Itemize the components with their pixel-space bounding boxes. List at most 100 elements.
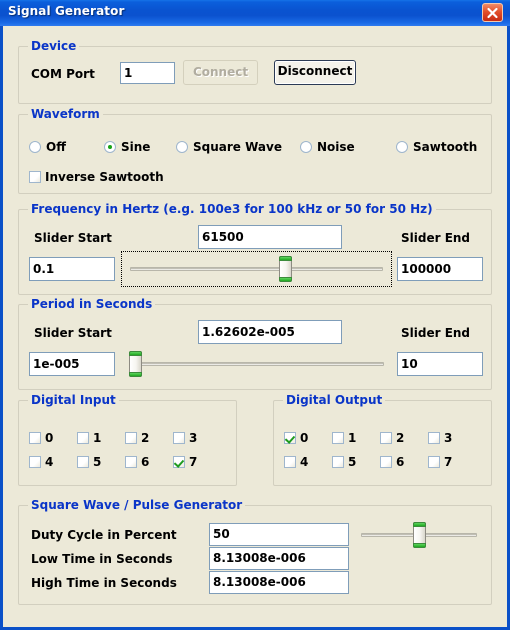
period-slider-end-label: Slider End — [401, 326, 471, 340]
checkbox-digital-output-7[interactable]: 7 — [428, 454, 452, 470]
radio-waveform-sawtooth[interactable]: Sawtooth — [396, 139, 477, 155]
checkbox-digital-output-2[interactable]: 2 — [380, 430, 404, 446]
checkbox-digital-input-1[interactable]: 1 — [77, 430, 101, 446]
title-bar: Signal Generator — [0, 0, 510, 26]
digital-input-group-label: Digital Input — [28, 393, 119, 407]
slider-track — [129, 362, 384, 366]
digital-output-group-label: Digital Output — [283, 393, 386, 407]
checkbox-digital-input-6[interactable]: 6 — [125, 454, 149, 470]
checkbox-digital-output-3[interactable]: 3 — [428, 430, 452, 446]
checkbox-label: 3 — [189, 431, 198, 445]
radio-waveform-off[interactable]: Off — [29, 139, 66, 155]
checkbox-label: 4 — [300, 455, 309, 469]
checkbox-mark — [332, 432, 344, 444]
checkbox-mark — [77, 456, 89, 468]
low-time-label: Low Time in Seconds — [31, 552, 173, 566]
checkbox-digital-input-7[interactable]: 7 — [173, 454, 197, 470]
close-icon[interactable] — [482, 3, 503, 22]
checkbox-mark — [284, 432, 296, 444]
disconnect-button[interactable]: Disconnect — [274, 60, 356, 85]
duty-cycle-input[interactable]: 50 — [209, 523, 349, 546]
client-area: Device COM Port 1 Connect Disconnect Wav… — [3, 26, 507, 627]
checkbox-digital-output-5[interactable]: 5 — [332, 454, 356, 470]
checkbox-mark — [428, 432, 440, 444]
period-value-input[interactable]: 1.62602e-005 — [198, 320, 342, 344]
checkbox-label: 1 — [348, 431, 357, 445]
checkbox-inverse-sawtooth[interactable]: Inverse Sawtooth — [29, 169, 164, 185]
pulse-generator-group-label: Square Wave / Pulse Generator — [28, 498, 246, 512]
checkbox-mark — [125, 432, 137, 444]
pulse-generator-group: Square Wave / Pulse Generator Duty Cycle… — [18, 498, 492, 605]
checkbox-mark — [29, 456, 41, 468]
radio-waveform-square-wave[interactable]: Square Wave — [176, 139, 282, 155]
checkbox-mark — [284, 456, 296, 468]
checkbox-mark — [29, 171, 41, 183]
checkbox-digital-input-3[interactable]: 3 — [173, 430, 197, 446]
checkbox-mark — [380, 456, 392, 468]
frequency-slider[interactable] — [121, 251, 392, 287]
connect-button[interactable]: Connect — [183, 60, 258, 85]
checkbox-mark — [428, 456, 440, 468]
checkbox-label: 5 — [348, 455, 357, 469]
period-slider-start-label: Slider Start — [34, 326, 112, 340]
radio-label: Off — [46, 140, 66, 154]
checkbox-mark — [380, 432, 392, 444]
waveform-group-label: Waveform — [28, 107, 103, 121]
frequency-group-label: Frequency in Hertz (e.g. 100e3 for 100 k… — [28, 202, 436, 216]
digital-input-group: Digital Input 0 1 2 3 4 5 6 7 — [18, 393, 237, 486]
checkbox-label: 0 — [300, 431, 309, 445]
checkbox-mark — [77, 432, 89, 444]
checkbox-label: Inverse Sawtooth — [45, 170, 164, 184]
checkbox-digital-output-0[interactable]: 0 — [284, 430, 308, 446]
checkbox-label: 6 — [141, 455, 150, 469]
com-port-label: COM Port — [31, 67, 95, 81]
checkbox-mark — [173, 456, 185, 468]
checkbox-digital-output-6[interactable]: 6 — [380, 454, 404, 470]
checkbox-digital-input-0[interactable]: 0 — [29, 430, 53, 446]
checkbox-mark — [173, 432, 185, 444]
checkbox-digital-output-1[interactable]: 1 — [332, 430, 356, 446]
radio-label: Noise — [317, 140, 355, 154]
duty-cycle-slider-thumb[interactable] — [413, 522, 426, 548]
period-slider[interactable] — [121, 346, 392, 382]
checkbox-mark — [125, 456, 137, 468]
frequency-slider-thumb[interactable] — [279, 256, 292, 282]
checkbox-label: 7 — [189, 455, 198, 469]
radio-mark — [29, 141, 41, 153]
high-time-input[interactable]: 8.13008e-006 — [209, 571, 349, 594]
radio-waveform-noise[interactable]: Noise — [300, 139, 355, 155]
checkbox-digital-input-5[interactable]: 5 — [77, 454, 101, 470]
checkbox-digital-input-2[interactable]: 2 — [125, 430, 149, 446]
checkbox-mark — [332, 456, 344, 468]
frequency-group: Frequency in Hertz (e.g. 100e3 for 100 k… — [18, 202, 492, 295]
waveform-group: Waveform Off Sine Square Wave Noise Sawt… — [18, 107, 492, 194]
frequency-slider-end-label: Slider End — [401, 231, 471, 245]
checkbox-label: 1 — [93, 431, 102, 445]
checkbox-digital-output-4[interactable]: 4 — [284, 454, 308, 470]
checkbox-digital-input-4[interactable]: 4 — [29, 454, 53, 470]
period-slider-end-input[interactable]: 10 — [397, 352, 483, 376]
period-group: Period in Seconds Slider Start Slider En… — [18, 297, 492, 390]
radio-label: Sine — [121, 140, 151, 154]
period-group-label: Period in Seconds — [28, 297, 156, 311]
period-slider-start-input[interactable]: 1e-005 — [29, 352, 115, 376]
low-time-input[interactable]: 8.13008e-006 — [209, 547, 349, 570]
duty-cycle-slider[interactable] — [355, 521, 483, 549]
frequency-slider-end-input[interactable]: 100000 — [397, 257, 483, 281]
radio-mark — [104, 141, 116, 153]
radio-waveform-sine[interactable]: Sine — [104, 139, 150, 155]
com-port-input[interactable]: 1 — [120, 62, 175, 84]
frequency-slider-start-input[interactable]: 0.1 — [29, 257, 115, 281]
checkbox-label: 7 — [444, 455, 453, 469]
window-title: Signal Generator — [8, 4, 125, 18]
checkbox-label: 5 — [93, 455, 102, 469]
device-group: Device COM Port 1 Connect Disconnect — [18, 39, 492, 104]
checkbox-label: 0 — [45, 431, 54, 445]
period-slider-thumb[interactable] — [129, 351, 142, 377]
radio-mark — [300, 141, 312, 153]
checkbox-label: 6 — [396, 455, 405, 469]
slider-track — [130, 267, 383, 271]
checkbox-label: 3 — [444, 431, 453, 445]
frequency-value-input[interactable]: 61500 — [198, 225, 342, 249]
frequency-slider-start-label: Slider Start — [34, 231, 112, 245]
